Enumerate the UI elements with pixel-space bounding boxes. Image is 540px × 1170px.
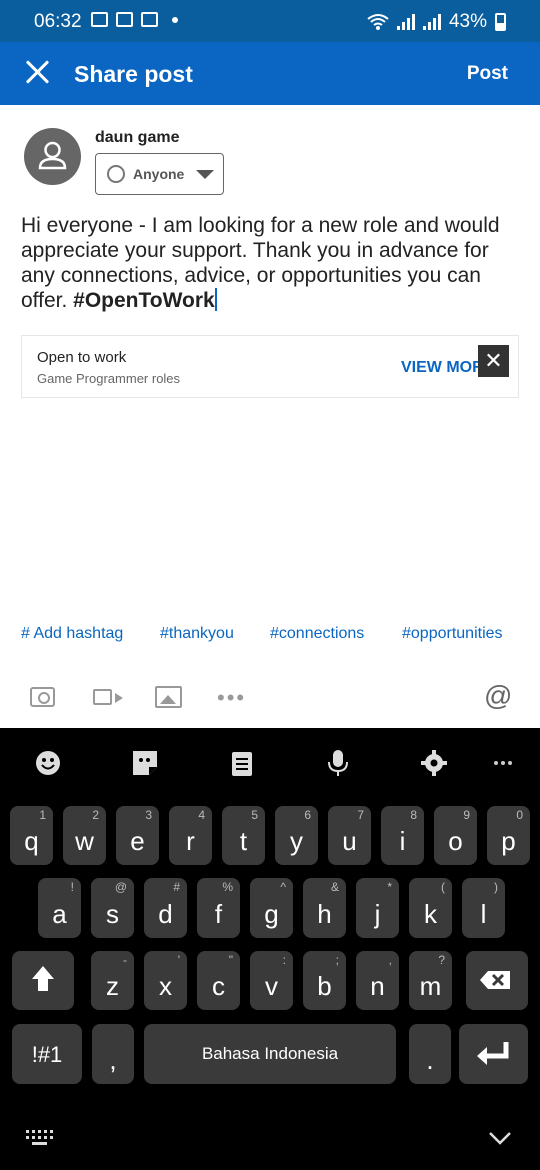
microphone-icon[interactable] [323,748,353,778]
post-button[interactable]: Post [467,63,508,85]
wifi-icon [367,14,389,30]
status-right: 43% [367,11,506,33]
key-k[interactable]: (k [409,878,452,938]
signal-icon [396,14,415,30]
audience-dropdown[interactable]: Anyone [95,153,224,195]
enter-icon [477,1042,509,1065]
chevron-down-icon [196,169,215,179]
battery-icon [495,13,506,31]
sticker-icon[interactable] [130,748,160,778]
symbols-key[interactable]: !#1 [12,1024,82,1084]
comma-key[interactable]: , [92,1024,134,1084]
backspace-key[interactable] [466,951,528,1010]
hashtag-suggestions: # Add hashtag #thankyou #connections #op… [0,625,540,649]
text-cursor [214,288,217,311]
close-icon[interactable] [24,59,50,85]
remove-card-close-icon[interactable]: ✕ [478,345,509,377]
key-p[interactable]: 0p [487,806,530,865]
signal-2-icon [422,14,441,30]
key-e[interactable]: 3e [116,806,159,865]
key-x[interactable]: ' x [144,951,187,1010]
open-to-work-card: Open to work Game Programmer roles VIEW … [21,335,519,398]
key-g[interactable]: ^ g [250,878,293,938]
key-d[interactable]: # d [144,878,187,938]
video-icon[interactable] [93,689,112,705]
card-subtitle: Game Programmer roles [37,371,181,386]
page-title: Share post [74,61,193,87]
add-hashtag-button[interactable]: # Add hashtag [21,625,123,643]
period-key[interactable]: . [409,1024,451,1084]
audience-label: Anyone [133,166,185,182]
status-bar: 06:32 43% [0,0,540,42]
key-m[interactable]: ? m [409,951,452,1010]
keyboard: 1q 2w 3e 4r 5t 6y 7u 8i 9o 0p ! a @ s # d %… [0,728,540,1170]
hide-keyboard-chevron-down-icon[interactable] [488,1130,512,1146]
post-hashtag: #OpenToWork [73,289,215,312]
key-h[interactable]: & h [303,878,346,938]
key-r[interactable]: 4r [169,806,212,865]
key-l[interactable]: ) l [462,878,505,938]
key-o[interactable]: 9o [434,806,477,865]
hashtag-suggestion-connections[interactable]: #connections [270,625,364,643]
key-b[interactable]: ; b [303,951,346,1010]
calendar-notification-icon [116,12,133,27]
enter-key[interactable] [459,1024,528,1084]
battery-percent: 43% [448,11,487,32]
key-v[interactable]: :v [250,951,293,1010]
shift-key[interactable] [12,951,74,1010]
settings-gear-icon[interactable] [419,748,449,778]
key-z[interactable]: -z [91,951,134,1010]
key-t[interactable]: 5t [222,806,265,865]
key-n[interactable]: ,n [356,951,399,1010]
hashtag-suggestion-opportunities[interactable]: #opportunities [402,625,503,643]
globe-icon [107,165,125,183]
status-notification-icons [91,12,178,27]
keyboard-switch-icon[interactable] [26,1130,54,1146]
key-c[interactable]: " c [197,951,240,1010]
key-j[interactable]: * j [356,878,399,938]
more-options-icon[interactable]: ••• [217,687,246,709]
key-q[interactable]: 1q [10,806,53,865]
backspace-icon [480,971,510,989]
gallery-notification-icon [91,12,108,27]
avatar [24,128,81,185]
hashtag-suggestion-thankyou[interactable]: #thankyou [160,625,234,643]
more-notifications-dot-icon [172,16,178,23]
author-name: daun game [95,129,180,146]
key-i[interactable]: 8i [381,806,424,865]
clipboard-icon[interactable] [227,748,257,778]
mention-icon[interactable]: @ [484,682,512,710]
key-u[interactable]: 7u [328,806,371,865]
space-key[interactable]: Bahasa Indonesia [144,1024,396,1084]
key-y[interactable]: 6y [275,806,318,865]
mail-notification-icon [141,12,158,27]
app-bar: Share post Post [0,42,540,105]
key-f[interactable]: % f [197,878,240,938]
camera-icon[interactable] [30,687,55,707]
key-a[interactable]: ! a [38,878,81,938]
keyboard-more-icon[interactable] [494,761,512,765]
key-w[interactable]: 2w [63,806,106,865]
post-text-input[interactable]: Hi everyone - I am looking for a new rol… [21,213,521,313]
status-time: 06:32 [34,11,82,32]
key-s[interactable]: @ s [91,878,134,938]
shift-arrow-icon [32,966,54,991]
attachment-toolbar: ••• @ [0,680,540,720]
emoji-icon[interactable] [33,748,63,778]
user-placeholder-icon [38,141,67,170]
card-title: Open to work [37,349,127,366]
photo-icon[interactable] [155,686,182,708]
